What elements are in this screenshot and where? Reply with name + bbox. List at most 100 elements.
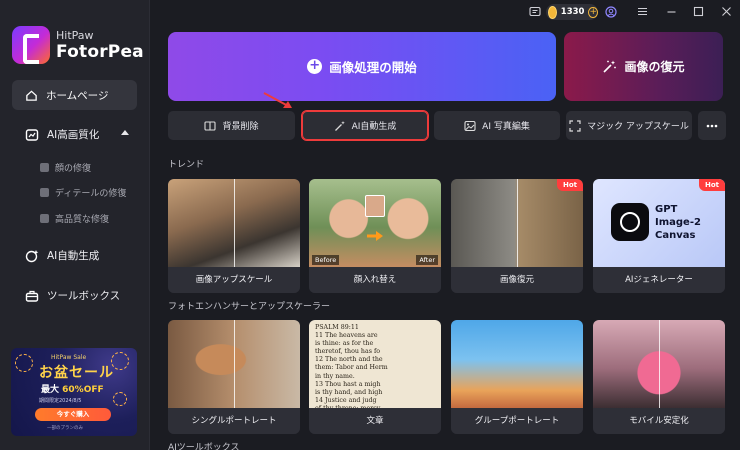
sidebar-subitem-detail-repair[interactable]: ディテールの修復 — [40, 186, 126, 199]
promo-buy-button[interactable]: 今すぐ購入 — [35, 408, 111, 421]
tool-label: マジック アップスケール — [587, 122, 689, 132]
card-caption: 文章 — [309, 408, 441, 434]
brand-sub: HitPaw — [56, 28, 94, 42]
after-label: After — [416, 255, 438, 265]
image-restore-button[interactable]: 画像の復元 — [564, 32, 723, 101]
message-icon[interactable] — [529, 6, 541, 18]
card-group-portrait[interactable]: グループポートレート — [451, 320, 583, 434]
sidebar-subitem-label: 顔の修復 — [55, 164, 92, 174]
hot-badge: Hot — [556, 179, 583, 191]
tool-label: AI 写真編集 — [482, 122, 530, 132]
user-avatar-icon[interactable] — [605, 6, 617, 18]
toolbox-icon — [25, 290, 39, 302]
card-image-restore[interactable]: Hot 画像復元 — [451, 179, 583, 293]
section-title-trend: トレンド — [168, 160, 205, 170]
hot-badge: Hot — [698, 179, 725, 191]
photo-edit-icon — [464, 120, 476, 131]
card-thumbnail: GPT Image-2 Canvas — [593, 179, 725, 267]
ai-generate-icon — [25, 249, 39, 262]
card-ai-generator[interactable]: GPT Image-2 Canvas Hot AIジェネレーター — [593, 179, 725, 293]
promo-fine-print: 一部のプランのみ — [47, 426, 83, 431]
document-sample-text: PSALM 89:11 11 The heavens are is thine:… — [315, 324, 392, 420]
brand-main: FotorPea — [56, 41, 144, 62]
promo-discount: 最大 60%OFF — [41, 382, 104, 395]
compare-divider — [659, 320, 660, 408]
more-tools-button[interactable] — [698, 111, 726, 140]
menu-icon[interactable] — [637, 6, 648, 17]
background-remove-button[interactable]: 背景削除 — [168, 111, 295, 140]
card-caption: 画像アップスケール — [168, 267, 300, 293]
card-caption: 顔入れ替え — [309, 267, 441, 293]
face-source-thumbnail — [365, 195, 385, 217]
ai-magic-icon — [334, 120, 345, 131]
firework-icon — [15, 354, 33, 372]
promo-tag: HitPaw Sale — [51, 354, 87, 361]
fotorpea-logo-icon — [12, 26, 50, 64]
sidebar-subitem-hq-repair[interactable]: 高品質な修復 — [40, 212, 109, 225]
background-remove-icon — [204, 120, 217, 131]
image-restore-label: 画像の復元 — [624, 60, 685, 74]
card-mobile-stabilize[interactable]: モバイル安定化 — [593, 320, 725, 434]
section-title-ai-toolbox: AIツールボックス — [168, 443, 240, 450]
title-bar: 1330 + — [150, 0, 740, 24]
compare-divider — [234, 320, 235, 408]
sidebar-item-label: AI高画質化 — [47, 129, 100, 141]
sidebar-item-toolbox[interactable]: ツールボックス — [25, 288, 120, 303]
card-face-swap[interactable]: Before After 顔入れ替え — [309, 179, 441, 293]
ai-photo-edit-button[interactable]: AI 写真編集 — [434, 111, 560, 140]
section-title-enhancer: フォトエンハンサーとアップスケーラー — [168, 302, 331, 312]
promo-title: お盆セール — [39, 365, 114, 381]
promo-dates: 期間限定2024/8/5 — [39, 398, 82, 404]
annotation-arrow-icon — [263, 92, 292, 108]
card-single-portrait[interactable]: シングルポートレート — [168, 320, 300, 434]
compare-divider — [517, 179, 518, 267]
detail-icon — [40, 188, 49, 197]
sidebar-item-label: ツールボックス — [47, 290, 121, 302]
maximize-icon[interactable] — [693, 6, 704, 17]
card-caption: AIジェネレーター — [593, 267, 725, 293]
ai-enhance-icon — [25, 128, 39, 141]
ai-generate-tool-button[interactable]: AI自動生成 — [301, 110, 429, 141]
add-coin-icon[interactable]: + — [588, 6, 598, 18]
card-image-upscale[interactable]: 画像アップスケール — [168, 179, 300, 293]
minimize-icon[interactable] — [666, 6, 677, 17]
card-caption: シングルポートレート — [168, 408, 300, 434]
gpt-promo-text: GPT Image-2 Canvas — [655, 203, 701, 242]
card-thumbnail: PSALM 89:11 11 The heavens are is thine:… — [309, 320, 441, 420]
sidebar-item-ai-enhance[interactable]: AI高画質化 — [25, 127, 99, 142]
arrow-right-icon — [367, 231, 383, 241]
tool-label: 背景削除 — [222, 122, 259, 132]
card-thumbnail: Before After — [309, 179, 441, 267]
promo-banner[interactable]: HitPaw Sale お盆セール 最大 60%OFF 期間限定2024/8/5… — [11, 348, 137, 436]
gpt-line-3: Canvas — [655, 230, 696, 241]
start-processing-label: 画像処理の開始 — [329, 60, 417, 75]
card-text-document[interactable]: PSALM 89:11 11 The heavens are is thine:… — [309, 320, 441, 434]
sidebar-subitem-label: 高品質な修復 — [55, 215, 110, 225]
sidebar-item-ai-generate[interactable]: AI自動生成 — [25, 248, 99, 263]
face-icon — [40, 163, 49, 172]
card-thumbnail — [168, 179, 300, 267]
sidebar-subitem-face-repair[interactable]: 顔の修復 — [40, 161, 91, 174]
card-thumbnail — [451, 179, 583, 267]
promo-discount-prefix: 最大 — [41, 385, 60, 395]
sidebar-subitem-label: ディテールの修復 — [55, 189, 127, 199]
gpt-line-1: GPT — [655, 204, 678, 215]
magic-upscale-button[interactable]: マジック アップスケール — [566, 111, 692, 140]
start-processing-button[interactable]: + 画像処理の開始 — [168, 32, 556, 101]
sidebar-item-label: AI自動生成 — [47, 250, 100, 262]
upscale-icon — [569, 119, 581, 132]
openai-logo-icon — [611, 203, 649, 241]
compare-divider — [234, 179, 235, 267]
coin-balance[interactable]: 1330 + — [546, 4, 598, 20]
close-icon[interactable] — [721, 6, 732, 17]
card-caption: 画像復元 — [451, 267, 583, 293]
more-dots-icon — [706, 124, 718, 127]
before-label: Before — [312, 255, 340, 265]
quality-icon — [40, 214, 49, 223]
sidebar: HitPaw FotorPea ホームページ AI高画質化 顔の修復 ディテール… — [0, 0, 150, 450]
sidebar-item-home[interactable]: ホームページ — [12, 80, 137, 110]
firework-icon — [113, 392, 127, 406]
card-caption: モバイル安定化 — [593, 408, 725, 434]
gpt-line-2: Image-2 — [655, 217, 701, 228]
chevron-up-icon[interactable] — [121, 130, 129, 135]
